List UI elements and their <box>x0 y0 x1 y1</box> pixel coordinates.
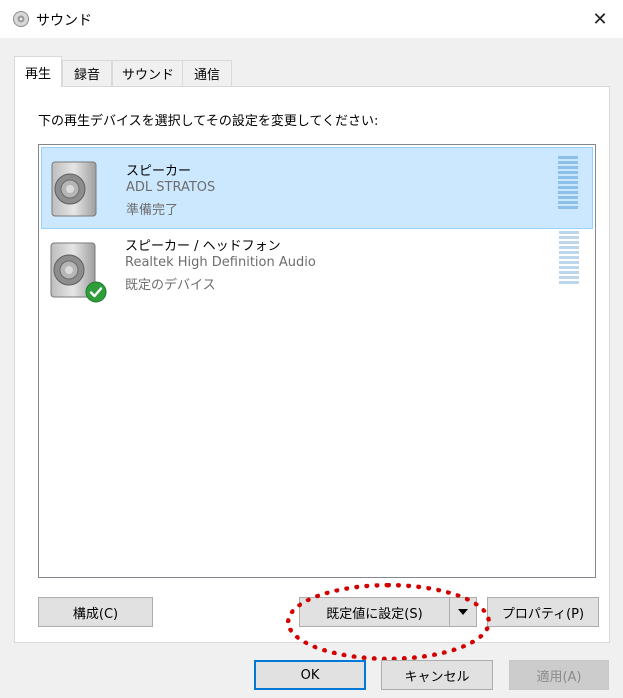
tab-playback[interactable]: 再生 <box>14 56 62 87</box>
tab-sounds[interactable]: サウンド <box>112 60 184 86</box>
default-check-icon <box>85 281 107 303</box>
annotation-highlight <box>286 583 491 661</box>
title-bar: サウンド ✕ <box>0 0 623 38</box>
device-status: 準備完了 <box>126 203 179 218</box>
ok-button[interactable]: OK <box>254 660 366 690</box>
playback-panel: 下の再生デバイスを選択してその設定を変更してください: スピーカー ADL ST… <box>14 86 610 643</box>
device-item[interactable]: スピーカー ADL STRATOS 準備完了 <box>41 147 593 229</box>
device-status: 既定のデバイス <box>125 278 216 293</box>
window-title: サウンド <box>36 13 92 29</box>
volume-meter <box>559 231 579 287</box>
device-name: スピーカー <box>126 164 192 179</box>
configure-button[interactable]: 構成(C) <box>38 597 153 627</box>
close-icon: ✕ <box>592 8 608 30</box>
close-button[interactable]: ✕ <box>577 0 623 38</box>
tab-communications[interactable]: 通信 <box>182 60 232 86</box>
device-name: スピーカー / ヘッドフォン <box>125 239 281 254</box>
volume-meter <box>558 156 578 212</box>
speaker-app-icon <box>13 11 29 27</box>
tab-recording[interactable]: 録音 <box>62 60 112 86</box>
device-driver: Realtek High Definition Audio <box>125 255 316 270</box>
device-list[interactable]: スピーカー ADL STRATOS 準備完了 スピーカー / ヘッドフォン Re… <box>38 144 596 578</box>
properties-button[interactable]: プロパティ(P) <box>487 597 599 627</box>
cancel-button[interactable]: キャンセル <box>381 660 493 690</box>
apply-button: 適用(A) <box>509 660 609 690</box>
instruction-text: 下の再生デバイスを選択してその設定を変更してください: <box>38 114 379 129</box>
device-item[interactable]: スピーカー / ヘッドフォン Realtek High Definition A… <box>41 231 593 313</box>
speaker-icon <box>51 161 97 217</box>
device-driver: ADL STRATOS <box>126 180 216 195</box>
